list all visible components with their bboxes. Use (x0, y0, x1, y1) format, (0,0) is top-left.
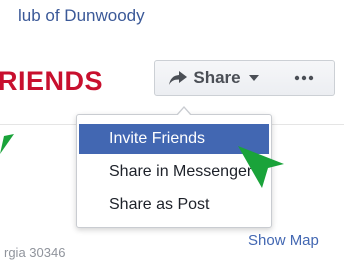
dropdown-notch-fill (177, 108, 191, 116)
annotation-arrow-icon (0, 134, 14, 154)
address-text: rgia 30346 (4, 245, 66, 260)
share-arrow-icon (169, 71, 188, 85)
menu-item-share-as-post[interactable]: Share as Post (79, 190, 269, 220)
annotation-arrow-icon (238, 146, 284, 188)
more-options-button[interactable] (273, 60, 335, 96)
page-name-link[interactable]: lub of Dunwoody (18, 6, 145, 26)
chevron-down-icon (248, 75, 259, 81)
share-button-label: Share (193, 68, 241, 87)
cover-heading-text: RIENDS (0, 66, 104, 96)
share-button[interactable]: Share (154, 60, 274, 96)
more-dots-icon (294, 75, 313, 81)
show-map-link[interactable]: Show Map (248, 232, 319, 249)
facebook-page-crop: lub of Dunwoody RIENDS Share Invite Frie… (0, 0, 344, 274)
